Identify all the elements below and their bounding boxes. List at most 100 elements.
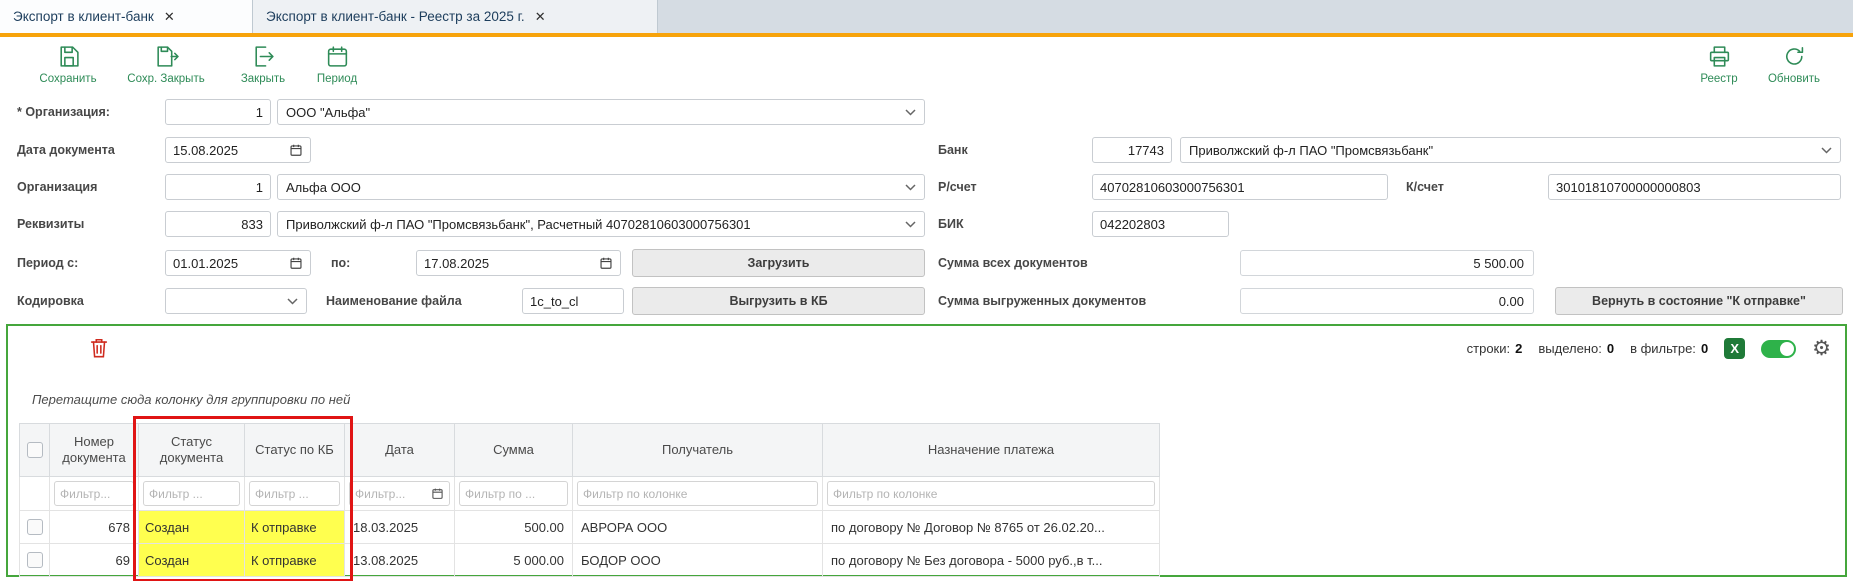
refresh-icon <box>1782 44 1807 69</box>
requisites-combo[interactable]: Приволжский ф-л ПАО "Промсвязьбанк", Рас… <box>277 211 925 237</box>
chevron-down-icon <box>905 184 916 191</box>
return-to-send-state-button[interactable]: Вернуть в состояние "К отправке" <box>1555 287 1843 315</box>
sum-all-value: 5 500.00 <box>1240 250 1534 276</box>
calendar-icon[interactable] <box>599 256 613 270</box>
column-header-kb-status[interactable]: Статус по КБ <box>245 424 345 477</box>
refresh-label: Обновить <box>1768 73 1820 85</box>
filter-date-input[interactable] <box>355 487 428 501</box>
filter-sum-input[interactable] <box>465 487 562 501</box>
column-header-sum[interactable]: Сумма <box>455 424 573 477</box>
rows-count-value: 2 <box>1515 341 1522 356</box>
selected-count: выделено:0 <box>1538 341 1614 356</box>
chevron-down-icon <box>287 298 298 305</box>
requisites-code-input[interactable] <box>165 211 271 237</box>
filter-toggle-switch[interactable] <box>1761 340 1796 358</box>
period-from-input[interactable] <box>173 256 285 271</box>
filename-label: Наименование файла <box>326 294 462 308</box>
cell-doc-status: Создан <box>139 544 245 577</box>
cell-doc-status: Создан <box>139 511 245 544</box>
chevron-down-icon <box>905 221 916 228</box>
calendar-icon[interactable] <box>289 143 303 157</box>
organization2-combo-value: Альфа ООО <box>286 180 905 195</box>
filter-kb-status-input[interactable] <box>255 487 334 501</box>
filter-number-input[interactable] <box>60 487 128 501</box>
doc-date-input[interactable] <box>173 143 285 158</box>
close-label: Закрыть <box>241 73 285 85</box>
tab-close-icon[interactable]: ✕ <box>164 9 175 25</box>
row-checkbox[interactable] <box>27 552 43 568</box>
delete-rows-button[interactable] <box>88 336 110 360</box>
table-header-row: Номер документа Статус документа Статус … <box>20 424 1160 477</box>
select-all-cell <box>20 424 50 477</box>
settings-gear-icon[interactable]: ⚙ <box>1812 338 1831 359</box>
bik-input[interactable] <box>1092 211 1229 237</box>
filter-doc-status-input[interactable] <box>149 487 234 501</box>
column-header-number[interactable]: Номер документа <box>50 424 139 477</box>
cell-number: 678 <box>50 511 139 544</box>
export-to-kb-button[interactable]: Выгрузить в КБ <box>632 287 925 315</box>
period-from-field[interactable] <box>165 250 311 276</box>
period-to-field[interactable] <box>416 250 621 276</box>
refresh-button[interactable]: Обновить <box>1748 44 1840 85</box>
organization-code-input[interactable] <box>165 99 271 125</box>
encoding-combo[interactable] <box>165 288 307 314</box>
save-close-button[interactable]: Сохр. Закрыть <box>120 44 212 85</box>
tab-label: Экспорт в клиент-банк - Реестр за 2025 г… <box>266 9 525 24</box>
cell-number: 69 <box>50 544 139 577</box>
period-label: Период <box>317 73 357 85</box>
period-to-label: по: <box>331 256 350 270</box>
filename-input[interactable] <box>522 288 624 314</box>
row-checkbox[interactable] <box>27 519 43 535</box>
calendar-icon[interactable] <box>289 256 303 270</box>
corr-account-label: К/счет <box>1406 180 1444 194</box>
requisites-combo-value: Приволжский ф-л ПАО "Промсвязьбанк", Рас… <box>286 217 905 232</box>
sum-exported-value: 0.00 <box>1240 288 1534 314</box>
documents-grid-panel: строки:2 выделено:0 в фильтре:0 X ⚙ Пере… <box>6 324 1847 577</box>
bank-code-input[interactable] <box>1092 137 1172 163</box>
bank-combo[interactable]: Приволжский ф-л ПАО "Промсвязьбанк" <box>1180 137 1841 163</box>
organization2-combo[interactable]: Альфа ООО <box>277 174 925 200</box>
excel-export-icon[interactable]: X <box>1724 338 1745 359</box>
doc-date-field[interactable] <box>165 137 311 163</box>
column-header-date[interactable]: Дата <box>345 424 455 477</box>
grid-controls: строки: 2 выделено:0 в фильтре:0 X ⚙ <box>1467 338 1831 359</box>
encoding-label: Кодировка <box>17 294 84 308</box>
cell-date: 13.08.2025 <box>345 544 455 577</box>
load-button[interactable]: Загрузить <box>632 249 925 277</box>
cell-purpose: по договору № Без договора - 5000 руб.,в… <box>823 544 1160 577</box>
select-all-checkbox[interactable] <box>27 442 43 458</box>
period-button[interactable]: Период <box>291 44 383 85</box>
organization-required-label: * Организация: <box>17 105 110 119</box>
tab-export-registry-2025[interactable]: Экспорт в клиент-банк - Реестр за 2025 г… <box>253 0 658 33</box>
requisites-label: Реквизиты <box>17 217 84 231</box>
organization-combo[interactable]: ООО "Альфа" <box>277 99 925 125</box>
column-header-recipient[interactable]: Получатель <box>573 424 823 477</box>
calendar-icon[interactable] <box>431 487 444 500</box>
period-to-input[interactable] <box>424 256 595 271</box>
save-close-icon <box>154 44 179 69</box>
rows-count-label: строки: <box>1467 341 1510 356</box>
cell-sum: 5 000.00 <box>455 544 573 577</box>
filter-recipient-input[interactable] <box>583 487 812 501</box>
calendar-icon <box>325 44 350 69</box>
tab-export-client-bank[interactable]: Экспорт в клиент-банк ✕ <box>0 0 253 33</box>
sum-exported-label: Сумма выгруженных документов <box>938 294 1146 308</box>
documents-table: Номер документа Статус документа Статус … <box>19 423 1160 577</box>
active-tab-accent-bar <box>0 33 1853 37</box>
save-icon <box>56 44 81 69</box>
table-row[interactable]: 69 Создан К отправке 13.08.2025 5 000.00… <box>20 544 1160 577</box>
column-header-purpose[interactable]: Назначение платежа <box>823 424 1160 477</box>
tab-close-icon[interactable]: ✕ <box>535 9 546 25</box>
table-row[interactable]: 678 Создан К отправке 18.03.2025 500.00 … <box>20 511 1160 544</box>
organization2-code-input[interactable] <box>165 174 271 200</box>
filtered-count: в фильтре:0 <box>1630 341 1708 356</box>
settlement-account-input[interactable] <box>1092 174 1388 200</box>
save-label: Сохранить <box>39 73 96 85</box>
filter-purpose-input[interactable] <box>833 487 1149 501</box>
corr-account-input[interactable] <box>1548 174 1841 200</box>
trash-icon <box>88 336 110 360</box>
tab-bar: Экспорт в клиент-банк ✕ Экспорт в клиент… <box>0 0 1853 34</box>
cell-recipient: БОДОР ООО <box>573 544 823 577</box>
save-button[interactable]: Сохранить <box>22 44 114 85</box>
column-header-doc-status[interactable]: Статус документа <box>139 424 245 477</box>
